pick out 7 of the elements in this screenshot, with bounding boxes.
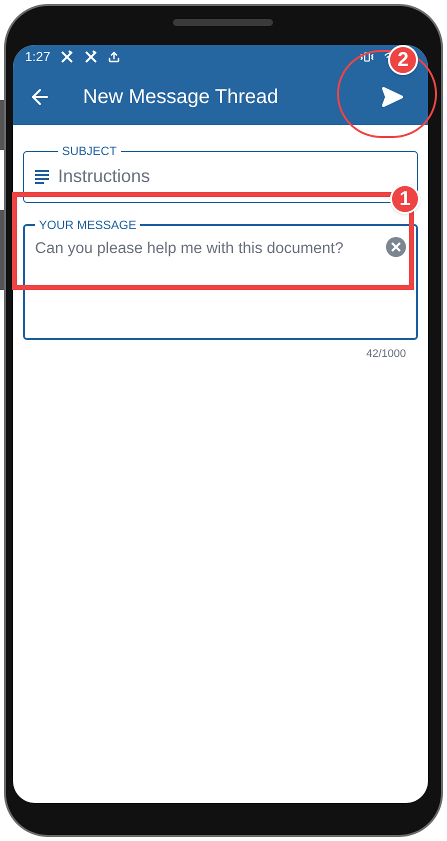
message-text: Can you please help me with this document? (35, 239, 344, 259)
field-label: YOUR MESSAGE (39, 218, 136, 232)
screen-title: New Message Thread (83, 85, 280, 110)
character-counter: 42/1000 (366, 347, 406, 362)
field-label: SUBJECT (62, 144, 117, 158)
status-time: 1:27 (25, 48, 50, 66)
subject-value: Instructions (58, 165, 150, 188)
